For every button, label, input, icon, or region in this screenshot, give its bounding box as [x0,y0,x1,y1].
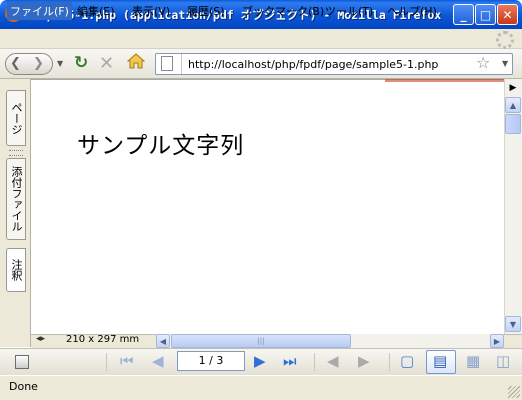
next-page-icon[interactable]: ▶ [254,352,266,370]
continuous-page-icon: ▤ [433,352,448,370]
url-divider [181,54,182,74]
minimize-button[interactable]: _ [453,4,474,25]
status-bar [0,375,522,400]
menu-bar [0,29,522,49]
go-forward-view-icon[interactable]: ▶ [358,352,370,370]
close-button[interactable]: ✕ [497,4,518,25]
tab-pages[interactable]: ページ [6,90,26,146]
sidebar-toggle-button[interactable] [15,355,29,369]
menu-view[interactable]: 表示(V) [132,3,170,19]
star-icon[interactable]: ☆ [476,53,490,72]
grip-icon [9,150,23,156]
document-view[interactable] [31,79,504,334]
home-icon[interactable] [127,52,145,70]
page-edge-marker [385,79,505,82]
scroll-up-button[interactable]: ▲ [505,97,521,113]
resize-grip-icon[interactable] [508,386,520,398]
toolbar-divider [314,353,315,371]
history-dropdown-icon[interactable]: ▼ [57,59,63,68]
page-number-input[interactable]: 1 / 3 [177,351,245,371]
last-page-icon[interactable]: ⏭ [283,352,297,370]
back-icon[interactable]: ❮ [10,56,21,71]
tab-attachments[interactable]: 添付ファイル [6,158,26,240]
scroll-right-button[interactable]: ▶ [490,334,504,348]
status-text: Done [9,380,38,393]
tab-attachments-label: 添付ファイル [10,166,23,232]
url-text[interactable]: http://localhost/php/fpdf/page/sample5-1… [188,58,438,71]
two-up-icon[interactable]: ▦ [466,352,480,370]
document-text: サンプル文字列 [77,133,245,159]
first-page-icon[interactable]: ⏮ [120,352,134,370]
resize-arrows-icon[interactable]: ◂▸ [36,334,45,344]
tab-notes-label: 注釈 [10,259,23,281]
maximize-icon: □ [479,7,492,22]
menu-tools[interactable]: ツール(T) [325,3,373,19]
menu-help[interactable]: ヘルプ(H) [387,3,437,19]
panel-toggle-arrow-icon[interactable]: ▶ [505,81,521,95]
menu-edit[interactable]: 編集(E) [77,3,115,19]
close-icon: ✕ [502,7,513,22]
scroll-down-button[interactable]: ▼ [505,316,521,332]
toolbar-divider [389,353,390,371]
forward-icon[interactable]: ❯ [33,56,44,71]
tab-notes[interactable]: 注釈 [6,248,26,292]
page-icon [161,56,173,71]
single-page-icon[interactable]: ▢ [400,352,414,370]
previous-page-icon[interactable]: ◀ [152,352,164,370]
tab-pages-label: ページ [10,101,23,135]
horizontal-scroll-thumb[interactable]: ||| [171,334,351,348]
throbber-icon [496,31,514,49]
reload-icon[interactable]: ↻ [74,53,88,73]
vertical-scroll-thumb[interactable] [505,114,521,134]
page-size-label: 210 x 297 mm [66,334,140,345]
stop-icon[interactable]: ✕ [99,53,114,74]
scroll-left-button[interactable]: ◀ [156,334,170,348]
menu-bookmarks[interactable]: ブックマーク(B) [242,3,324,19]
two-up-continuous-icon[interactable]: ◫ [496,352,510,370]
maximize-button[interactable]: □ [475,4,496,25]
minimize-icon: _ [460,7,467,22]
menu-file[interactable]: ファイル(F) [7,2,72,20]
toolbar-divider [106,353,107,371]
menu-history[interactable]: 履歴(S) [187,3,225,19]
go-back-view-icon[interactable]: ◀ [327,352,339,370]
url-dropdown-icon[interactable]: ▼ [502,59,508,68]
